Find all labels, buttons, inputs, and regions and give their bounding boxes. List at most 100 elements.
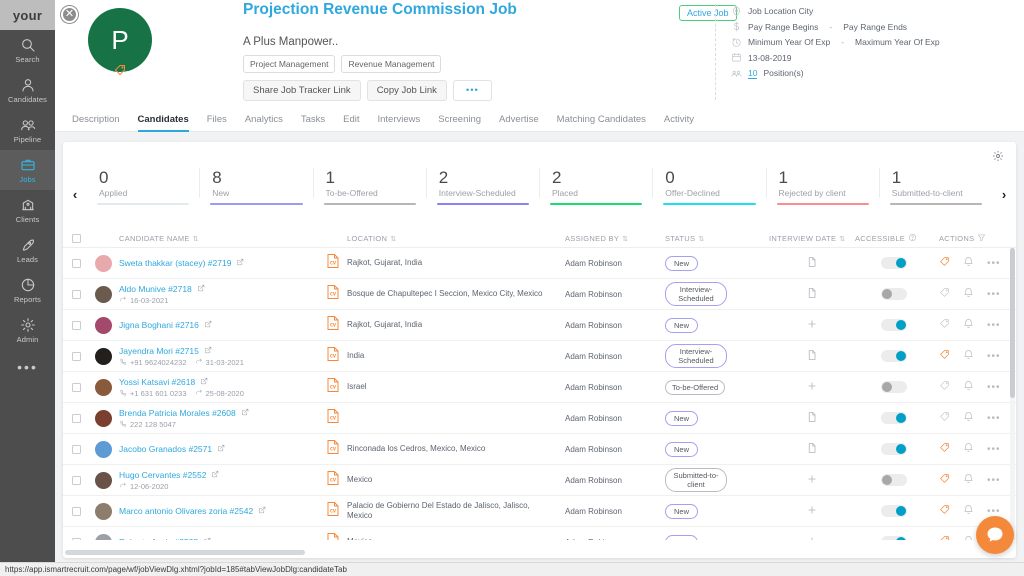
close-icon[interactable]: ✕ [61, 6, 78, 23]
bell-icon[interactable] [963, 318, 974, 332]
pipeline-prev-button[interactable]: ‹ [63, 168, 87, 220]
table-row[interactable]: Jigna Boghani #2716CVRajkot, Gujarat, In… [63, 310, 1016, 341]
row-checkbox[interactable] [72, 414, 81, 423]
candidate-name-link[interactable]: Aldo Munive #2718 [119, 284, 192, 294]
candidate-name-link[interactable]: Sweta thakkar (stacey) #2719 [119, 258, 231, 268]
pipeline-stage-applied[interactable]: 0Applied [87, 168, 200, 198]
accessible-toggle[interactable] [881, 319, 907, 331]
tab-interviews[interactable]: Interviews [369, 108, 430, 132]
status-pill[interactable]: New [665, 411, 698, 426]
interview-date-cell[interactable] [769, 256, 855, 271]
bell-icon[interactable] [963, 411, 974, 425]
sidebar-item-search[interactable]: Search [0, 30, 55, 70]
tab-analytics[interactable]: Analytics [236, 108, 292, 132]
positions-count[interactable]: 10 [748, 68, 757, 79]
pipeline-stage-to-be-offered[interactable]: 1To-be-Offered [314, 168, 427, 198]
interview-date-cell[interactable] [769, 380, 855, 395]
pipeline-stage-interview-scheduled[interactable]: 2Interview-Scheduled [427, 168, 540, 198]
external-link-icon[interactable] [203, 537, 211, 540]
pipeline-stage-submitted-to-client[interactable]: 1Submitted-to-client [880, 168, 992, 198]
status-pill[interactable]: New [665, 535, 698, 541]
cv-icon[interactable]: CV [327, 502, 339, 521]
sidebar-item-candidates[interactable]: Candidates [0, 70, 55, 110]
sidebar-item-leads[interactable]: Leads [0, 230, 55, 270]
candidate-name-link[interactable]: Jacobo Granados #2571 [119, 444, 212, 454]
tag-icon[interactable] [939, 318, 950, 332]
accessible-toggle[interactable] [881, 412, 907, 424]
accessible-toggle[interactable] [881, 288, 907, 300]
external-link-icon[interactable] [217, 444, 225, 454]
table-row[interactable]: Brenda Patricia Morales #2608222 128 504… [63, 403, 1016, 434]
tab-matching-candidates[interactable]: Matching Candidates [548, 108, 655, 132]
tag-icon[interactable] [939, 287, 950, 301]
tag-icon[interactable] [939, 473, 950, 487]
plus-icon[interactable] [806, 318, 818, 333]
table-row[interactable]: Roberto Ayala #2535CVMexicoAdam Robinson… [63, 527, 1016, 540]
column-header-candidate-name[interactable]: CANDIDATE NAME⇅ [117, 234, 319, 243]
external-link-icon[interactable] [241, 408, 249, 418]
document-icon[interactable] [806, 287, 818, 302]
table-row[interactable]: Jacobo Granados #2571CVRinconada los Ced… [63, 434, 1016, 465]
interview-date-cell[interactable] [769, 473, 855, 488]
sidebar-item-admin[interactable]: Admin [0, 310, 55, 350]
status-pill[interactable]: To-be-Offered [665, 380, 725, 395]
accessible-toggle[interactable] [881, 443, 907, 455]
document-icon[interactable] [806, 411, 818, 426]
row-more-button[interactable]: ••• [987, 444, 1001, 455]
sort-icon[interactable]: ⇅ [839, 235, 845, 243]
pipeline-stage-rejected-by-client[interactable]: 1Rejected by client [767, 168, 880, 198]
status-pill[interactable]: Interview-Scheduled [665, 282, 727, 306]
row-more-button[interactable]: ••• [987, 351, 1001, 362]
sidebar-item-reports[interactable]: Reports [0, 270, 55, 310]
chat-bubble-icon[interactable] [976, 516, 1014, 554]
column-header-location[interactable]: LOCATION⇅ [347, 234, 565, 243]
row-checkbox[interactable] [72, 445, 81, 454]
tag-icon[interactable] [939, 504, 950, 518]
table-row[interactable]: Yossi Katsavi #2618+1 631 601 023325-08-… [63, 372, 1016, 403]
row-checkbox[interactable] [72, 507, 81, 516]
bell-icon[interactable] [963, 504, 974, 518]
tag-icon[interactable] [939, 442, 950, 456]
external-link-icon[interactable] [204, 346, 212, 356]
cv-icon[interactable]: CV [327, 316, 339, 335]
sidebar-item-pipeline[interactable]: Pipeline [0, 110, 55, 150]
column-header-status[interactable]: STATUS⇅ [665, 234, 769, 243]
page-title[interactable]: Projection Revenue Commission Job [243, 2, 553, 18]
cv-icon[interactable]: CV [327, 533, 339, 541]
status-pill[interactable]: New [665, 504, 698, 519]
job-tag[interactable]: Revenue Management [341, 55, 441, 73]
sort-icon[interactable]: ⇅ [390, 235, 396, 243]
external-link-icon[interactable] [204, 320, 212, 330]
bell-icon[interactable] [963, 442, 974, 456]
interview-date-cell[interactable] [769, 442, 855, 457]
job-tag[interactable]: Project Management [243, 55, 335, 73]
row-checkbox[interactable] [72, 476, 81, 485]
tab-tasks[interactable]: Tasks [292, 108, 334, 132]
plus-icon[interactable] [806, 473, 818, 488]
row-more-button[interactable]: ••• [987, 382, 1001, 393]
row-checkbox[interactable] [72, 321, 81, 330]
gear-icon[interactable] [992, 150, 1004, 165]
bell-icon[interactable] [963, 349, 974, 363]
status-pill[interactable]: New [665, 256, 698, 271]
cv-icon[interactable]: CV [327, 440, 339, 459]
document-icon[interactable] [806, 256, 818, 271]
column-header-interview-date[interactable]: INTERVIEW DATE⇅ [769, 234, 855, 243]
table-row[interactable]: Marco antonio Olivares zoria #2542CVPala… [63, 496, 1016, 527]
external-link-icon[interactable] [197, 284, 205, 294]
pipeline-stage-offer-declined[interactable]: 0Offer-Declined [653, 168, 766, 198]
row-more-button[interactable]: ••• [987, 320, 1001, 331]
external-link-icon[interactable] [236, 258, 244, 268]
vertical-scrollbar-thumb[interactable] [1010, 248, 1015, 398]
header-more-button[interactable]: ••• [453, 80, 492, 101]
row-more-button[interactable]: ••• [987, 506, 1001, 517]
candidate-name-link[interactable]: Roberto Ayala #2535 [119, 537, 198, 540]
cv-icon[interactable]: CV [327, 347, 339, 366]
table-row[interactable]: Aldo Munive #271816-03-2021CVBosque de C… [63, 279, 1016, 310]
row-checkbox[interactable] [72, 290, 81, 299]
filter-icon[interactable] [977, 233, 986, 244]
tab-edit[interactable]: Edit [334, 108, 368, 132]
interview-date-cell[interactable] [769, 411, 855, 426]
row-more-button[interactable]: ••• [987, 289, 1001, 300]
candidate-name-link[interactable]: Jigna Boghani #2716 [119, 320, 199, 330]
